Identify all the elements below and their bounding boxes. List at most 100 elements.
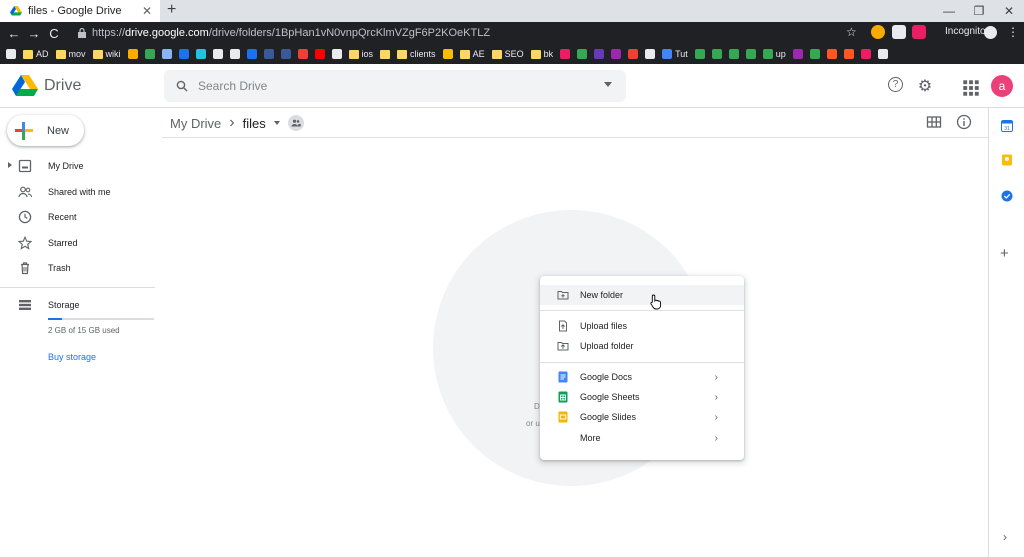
- menu-item-google-sheets[interactable]: Google Sheets ›: [540, 387, 744, 407]
- sidebar-item-label: Trash: [48, 263, 71, 273]
- reload-icon[interactable]: C: [44, 23, 64, 43]
- bookmark-item[interactable]: [711, 49, 722, 59]
- bookmark-item[interactable]: [314, 49, 325, 59]
- avatar[interactable]: a: [991, 75, 1013, 97]
- search-options-icon[interactable]: [604, 82, 612, 87]
- menu-item-google-docs[interactable]: Google Docs ›: [540, 367, 744, 387]
- menu-item-upload-folder[interactable]: Upload folder: [540, 336, 744, 356]
- maximize-button[interactable]: ❐: [964, 0, 994, 22]
- apps-grid-icon[interactable]: [962, 79, 980, 97]
- bookmark-item[interactable]: [628, 49, 639, 59]
- bookmark-item[interactable]: wiki: [92, 49, 121, 59]
- new-tab-button[interactable]: +: [167, 1, 176, 19]
- bookmark-item[interactable]: [860, 49, 871, 59]
- browser-tab[interactable]: files - Google Drive ✕: [0, 0, 160, 22]
- buy-storage-link[interactable]: Buy storage: [48, 352, 96, 362]
- bookmark-item[interactable]: [380, 49, 391, 59]
- forward-icon[interactable]: →: [24, 23, 44, 43]
- add-addon-icon[interactable]: +: [1000, 245, 1009, 262]
- bookmark-item[interactable]: [594, 49, 605, 59]
- expand-arrow-icon[interactable]: [8, 162, 12, 168]
- bookmark-item[interactable]: [246, 49, 257, 59]
- sidebar-item-shared-with-me[interactable]: Shared with me: [0, 180, 160, 204]
- expand-panel-icon[interactable]: ›: [1003, 530, 1007, 544]
- bookmark-item[interactable]: [161, 49, 172, 59]
- browser-menu-icon[interactable]: ⋮: [1007, 25, 1019, 39]
- menu-item-new-folder[interactable]: New folder: [540, 285, 744, 305]
- bookmark-item[interactable]: [442, 49, 453, 59]
- minimize-button[interactable]: —: [934, 0, 964, 22]
- bookmark-item[interactable]: bk: [530, 49, 553, 59]
- menu-item-more[interactable]: More ›: [540, 428, 744, 448]
- bookmark-star-icon[interactable]: ☆: [846, 25, 857, 39]
- breadcrumb-my-drive[interactable]: My Drive: [170, 116, 221, 131]
- tab-close-icon[interactable]: ✕: [142, 4, 152, 18]
- bookmark-item[interactable]: [331, 49, 342, 59]
- breadcrumb-current-folder[interactable]: files: [243, 116, 266, 131]
- bookmark-item[interactable]: AE: [459, 49, 485, 59]
- bookmark-item[interactable]: [809, 49, 820, 59]
- bookmark-favicon-icon: [280, 49, 291, 59]
- search-icon[interactable]: [176, 80, 188, 92]
- keep-icon[interactable]: [1001, 154, 1013, 166]
- bookmark-item[interactable]: [297, 49, 308, 59]
- breadcrumb-separator: ›: [229, 114, 235, 131]
- extension-icon[interactable]: [912, 25, 926, 39]
- bookmark-item[interactable]: [694, 49, 705, 59]
- bookmark-item[interactable]: SEO: [491, 49, 524, 59]
- back-icon[interactable]: ←: [4, 23, 24, 43]
- bookmark-item[interactable]: [560, 49, 571, 59]
- help-icon[interactable]: ?: [888, 77, 903, 92]
- extension-icon[interactable]: [871, 25, 885, 39]
- bookmark-item[interactable]: [178, 49, 189, 59]
- search-bar[interactable]: Search Drive: [164, 70, 626, 102]
- address-bar[interactable]: https://drive.google.com/drive/folders/1…: [72, 23, 862, 43]
- bookmark-item[interactable]: [577, 49, 588, 59]
- sidebar-item-trash[interactable]: Trash: [0, 256, 160, 280]
- bookmark-item[interactable]: ios: [348, 49, 373, 59]
- bookmark-item[interactable]: [263, 49, 274, 59]
- bookmark-item[interactable]: [843, 49, 854, 59]
- menu-item-upload-files[interactable]: Upload files: [540, 316, 744, 336]
- folder-menu-caret-icon[interactable]: [273, 121, 280, 125]
- app-name[interactable]: Drive: [44, 77, 81, 95]
- bookmark-item[interactable]: [229, 49, 240, 59]
- bookmark-item[interactable]: Tut: [662, 49, 688, 59]
- extension-icon[interactable]: [892, 25, 906, 39]
- bookmark-item[interactable]: [127, 49, 138, 59]
- drive-logo-icon[interactable]: [12, 75, 38, 97]
- menu-item-google-slides[interactable]: Google Slides ›: [540, 407, 744, 427]
- bookmark-item[interactable]: [144, 49, 155, 59]
- sidebar-item-recent[interactable]: Recent: [0, 205, 160, 229]
- bookmark-item[interactable]: [792, 49, 803, 59]
- sidebar-divider: [0, 287, 155, 288]
- bookmark-item[interactable]: [645, 49, 656, 59]
- close-window-button[interactable]: ✕: [994, 0, 1024, 22]
- info-icon[interactable]: [956, 114, 972, 130]
- calendar-icon[interactable]: 31: [1001, 120, 1013, 132]
- bookmark-item[interactable]: [280, 49, 291, 59]
- shared-folder-icon[interactable]: [287, 115, 304, 131]
- bookmark-item[interactable]: up: [762, 49, 786, 59]
- bookmark-item[interactable]: clients: [397, 49, 436, 59]
- bookmark-item[interactable]: [826, 49, 837, 59]
- sidebar-item-starred[interactable]: Starred: [0, 231, 160, 255]
- bookmark-item[interactable]: [195, 49, 206, 59]
- settings-icon[interactable]: ⚙: [916, 77, 934, 95]
- bookmark-item[interactable]: [611, 49, 622, 59]
- new-button[interactable]: New: [7, 115, 84, 146]
- tasks-icon[interactable]: [1001, 190, 1013, 202]
- bookmark-item[interactable]: [6, 49, 16, 59]
- grid-view-icon[interactable]: [926, 114, 942, 130]
- sidebar-item-storage[interactable]: Storage: [0, 293, 160, 317]
- sidebar-item-my-drive[interactable]: My Drive: [0, 154, 160, 178]
- search-input[interactable]: Search Drive: [198, 79, 267, 93]
- my-drive-icon: [18, 159, 32, 173]
- svg-text:31: 31: [1004, 126, 1010, 132]
- bookmark-item[interactable]: mov: [55, 49, 86, 59]
- bookmark-item[interactable]: AD: [23, 49, 49, 59]
- bookmark-item[interactable]: [728, 49, 739, 59]
- bookmark-item[interactable]: [745, 49, 756, 59]
- bookmark-item[interactable]: [212, 49, 223, 59]
- bookmark-item[interactable]: [877, 49, 888, 59]
